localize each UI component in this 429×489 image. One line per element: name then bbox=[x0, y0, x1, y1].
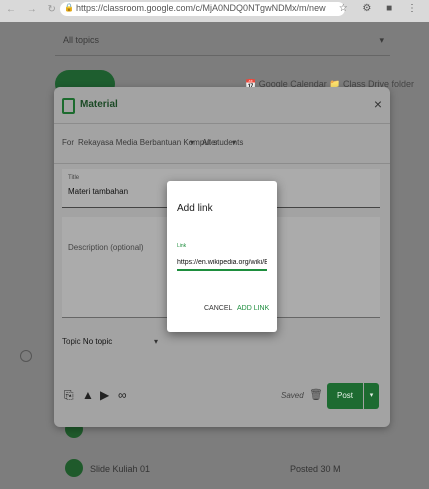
add-link-button[interactable]: ADD LINK bbox=[237, 305, 269, 312]
description-placeholder: Description (optional) bbox=[68, 243, 144, 252]
cancel-button[interactable]: CANCEL bbox=[204, 305, 232, 312]
chevron-down-icon: ▾ bbox=[232, 138, 237, 147]
post-options-button[interactable]: ▾ bbox=[364, 383, 379, 409]
topic-filter-value: All topics bbox=[63, 35, 100, 45]
title-field-label: Title bbox=[68, 175, 80, 181]
material-item-date: Posted 30 M bbox=[290, 464, 341, 474]
topic-label: Topic bbox=[62, 337, 81, 346]
title-field-value[interactable]: Materi tambahan bbox=[68, 187, 128, 196]
material-doc-icon bbox=[62, 98, 75, 114]
browser-action-icons[interactable]: ☆ ⚙ ■ ⋮ bbox=[339, 3, 423, 14]
attach-file-icon[interactable]: ⎘ bbox=[64, 388, 74, 403]
material-dialog-title: Material bbox=[80, 99, 118, 110]
link-icon[interactable]: ∞ bbox=[118, 388, 127, 402]
material-item-title[interactable]: Slide Kuliah 01 bbox=[90, 464, 150, 474]
students-select[interactable]: All students bbox=[202, 138, 243, 147]
chevron-down-icon: ▾ bbox=[190, 138, 195, 147]
google-drive-icon[interactable]: ▲ bbox=[82, 388, 94, 402]
trash-icon[interactable]: 🗑 bbox=[309, 388, 323, 401]
address-bar-url[interactable]: https://classroom.google.com/c/MjA0NDQ0N… bbox=[76, 3, 341, 13]
material-dialog-header: Material × bbox=[54, 87, 390, 124]
browser-nav-icons[interactable]: ← → ↻ bbox=[6, 4, 60, 15]
help-icon[interactable] bbox=[20, 350, 32, 362]
chevron-down-icon: ▾ bbox=[379, 35, 384, 45]
material-dialog-footer: ⎘ ▲ ▶ ∞ Saved 🗑 Post ▾ bbox=[54, 369, 390, 427]
link-input[interactable] bbox=[177, 255, 267, 271]
for-label: For bbox=[62, 138, 74, 147]
material-item-icon bbox=[65, 459, 83, 477]
topic-filter-select[interactable]: All topics ▾ bbox=[55, 27, 390, 56]
add-link-dialog: Add link Link CANCEL ADD LINK bbox=[167, 181, 277, 332]
youtube-icon[interactable]: ▶ bbox=[100, 388, 109, 402]
link-field-label: Link bbox=[177, 243, 187, 249]
topic-value: No topic bbox=[82, 337, 113, 346]
add-link-title: Add link bbox=[177, 203, 213, 214]
browser-toolbar: ← → ↻ 🔒 https://classroom.google.com/c/M… bbox=[0, 0, 429, 22]
topic-select[interactable]: Topic No topic bbox=[62, 337, 112, 346]
post-button[interactable]: Post bbox=[327, 383, 363, 409]
saved-status: Saved bbox=[281, 391, 304, 400]
close-icon[interactable]: × bbox=[374, 96, 382, 112]
audience-row: For Rekayasa Media Berbantuan Komputer ▾… bbox=[54, 123, 390, 164]
address-bar[interactable]: 🔒 https://classroom.google.com/c/MjA0NDQ… bbox=[60, 2, 345, 16]
class-select[interactable]: Rekayasa Media Berbantuan Komputer bbox=[78, 138, 218, 147]
chevron-down-icon[interactable]: ▾ bbox=[154, 337, 158, 346]
lock-icon: 🔒 bbox=[64, 3, 74, 12]
